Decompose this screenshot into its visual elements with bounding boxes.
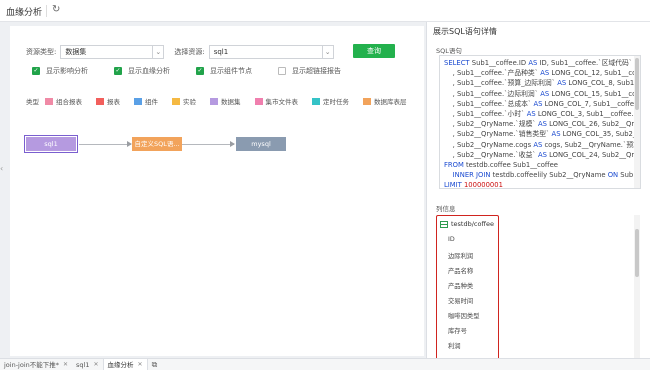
- graph-node-mysql[interactable]: mysql: [236, 137, 286, 151]
- graph-node-dataset[interactable]: sql1: [24, 135, 78, 153]
- legend-swatch: [134, 97, 142, 105]
- legend-item: 数据库表层: [363, 96, 407, 106]
- sql-code-box[interactable]: SELECT Sub1__coffee.ID AS ID, Sub1__coff…: [439, 55, 641, 189]
- table-name: testdb/coffee: [451, 220, 494, 228]
- legend-item: 数据集: [210, 96, 241, 106]
- resource-value: sql1: [213, 48, 229, 56]
- legend-swatch: [254, 97, 263, 105]
- lineage-workspace: 资源类型: 数据集 ⌄ 选择资源: sql1 ⌄ 查询 ✓ 显示影响分析 ✓ 显…: [10, 26, 424, 356]
- sql-detail-panel: 展示SQL语句详情 SQL语句 SELECT Sub1__coffee.ID A…: [426, 22, 650, 367]
- column-item[interactable]: 产品种类: [448, 281, 473, 290]
- column-item[interactable]: ID: [448, 236, 455, 243]
- legend-swatch: [210, 97, 218, 105]
- type-legend: 类型 组合报表 报表 组件 实验 数据集 集市文件表 定时任务 数据库表层: [26, 96, 407, 106]
- column-item[interactable]: 边际利润: [448, 251, 473, 260]
- column-item[interactable]: 产品名称: [448, 266, 473, 275]
- column-item[interactable]: 交易时间: [448, 296, 473, 305]
- checkbox-checked-icon[interactable]: ✓: [196, 67, 204, 75]
- column-item[interactable]: 咖啡因类型: [448, 311, 479, 320]
- table-node[interactable]: testdb/coffee: [440, 220, 494, 228]
- close-icon[interactable]: ✕: [138, 359, 143, 370]
- table-icon: [440, 220, 448, 228]
- legend-swatch: [96, 97, 104, 105]
- legend-item: 组件: [134, 96, 158, 106]
- legend-item: 实验: [172, 96, 196, 106]
- graph-edge: [79, 144, 131, 145]
- checkbox-checked-icon[interactable]: ✓: [114, 67, 122, 75]
- legend-item: 定时任务: [312, 96, 349, 106]
- sql-code: SELECT Sub1__coffee.ID AS ID, Sub1__coff…: [444, 59, 641, 189]
- page-header: 血缘分析 ↻: [0, 0, 650, 22]
- tab-join[interactable]: join-join不能下推* ✕: [0, 359, 72, 370]
- close-icon[interactable]: ✕: [94, 359, 99, 370]
- close-icon[interactable]: ✕: [63, 359, 68, 370]
- legend-swatch: [363, 97, 371, 105]
- column-item[interactable]: 利润: [448, 341, 461, 350]
- select-resource-label: 选择资源:: [174, 48, 205, 56]
- resource-select[interactable]: sql1 ⌄: [208, 45, 334, 59]
- copy-icon[interactable]: ⧉: [148, 360, 162, 370]
- collapse-left-icon[interactable]: ‹: [0, 164, 3, 173]
- sql-scrollbar[interactable]: [634, 56, 640, 188]
- column-scrollbar[interactable]: [634, 215, 640, 358]
- tab-lineage-analysis[interactable]: 血缘分析 ✕: [102, 358, 148, 370]
- legend-item: 组合报表: [45, 96, 82, 106]
- chevron-down-icon: ⌄: [152, 46, 163, 58]
- column-info-label: 列信息: [436, 205, 456, 213]
- resource-type-label: 资源类型:: [26, 48, 57, 56]
- header-divider: [46, 5, 47, 17]
- resource-type-select[interactable]: 数据集 ⌄: [60, 45, 165, 59]
- graph-edge: [182, 144, 234, 145]
- refresh-icon[interactable]: ↻: [52, 4, 60, 15]
- panel-title: 展示SQL语句详情: [433, 27, 497, 36]
- display-options: ✓ 显示影响分析 ✓ 显示血缘分析 ✓ 显示组件节点 显示超链接报告: [32, 66, 367, 76]
- checkbox-unchecked-icon[interactable]: [278, 67, 286, 75]
- bottom-tab-bar: join-join不能下推* ✕ sql1 ✕ 血缘分析 ✕ ⧉: [0, 358, 650, 370]
- option-hyperlink-report[interactable]: 显示超链接报告: [278, 66, 341, 76]
- tab-sql1[interactable]: sql1 ✕: [72, 359, 103, 370]
- graph-node-custom-sql[interactable]: 自定义SQL语...: [132, 137, 182, 151]
- option-lineage-analysis[interactable]: ✓ 显示血缘分析: [114, 66, 170, 76]
- legend-title: 类型: [26, 98, 39, 106]
- resource-type-value: 数据集: [65, 48, 87, 56]
- scrollbar-thumb[interactable]: [635, 229, 639, 277]
- scrollbar-thumb[interactable]: [635, 58, 639, 110]
- legend-swatch: [45, 97, 53, 105]
- sql-statement-label: SQL语句: [436, 47, 462, 55]
- column-info-box: testdb/coffee ID 边际利润 产品名称 产品种类 交易时间 咖啡因…: [436, 215, 499, 367]
- legend-swatch: [172, 97, 180, 105]
- chevron-down-icon: ⌄: [321, 46, 333, 58]
- option-impact-analysis[interactable]: ✓ 显示影响分析: [32, 66, 88, 76]
- legend-item: 报表: [96, 96, 120, 106]
- page-title: 血缘分析: [6, 8, 43, 18]
- option-component-nodes[interactable]: ✓ 显示组件节点: [196, 66, 252, 76]
- query-row: 资源类型: 数据集 ⌄ 选择资源: sql1 ⌄: [26, 44, 334, 60]
- checkbox-checked-icon[interactable]: ✓: [32, 67, 40, 75]
- arrow-right-icon: [230, 141, 235, 147]
- query-button[interactable]: 查询: [353, 44, 395, 58]
- column-item[interactable]: 库存号: [448, 326, 467, 335]
- legend-item: 集市文件表: [254, 96, 298, 106]
- legend-swatch: [312, 97, 320, 105]
